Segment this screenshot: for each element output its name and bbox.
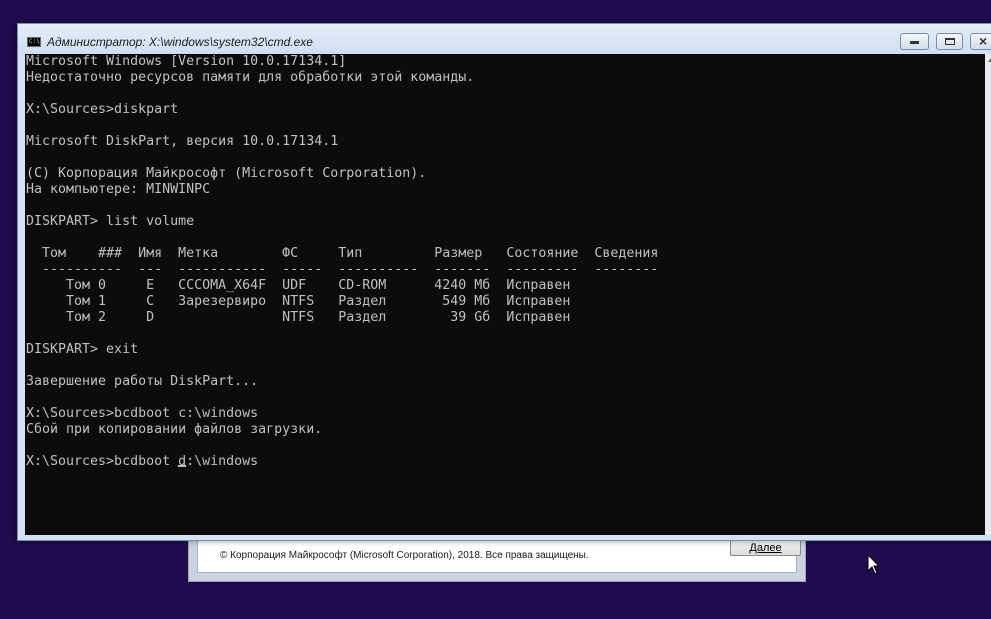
cmd-window: C:\ Администратор: X:\windows\system32\c…	[17, 23, 991, 541]
console-text: Microsoft Windows [Version 10.0.17134.1]…	[25, 54, 985, 470]
window-titlebar[interactable]: C:\ Администратор: X:\windows\system32\c…	[18, 24, 991, 54]
console-line: Том 1 C Зарезервиро NTFS Раздел 549 Мб И…	[66, 294, 571, 309]
prompt-text-before-caret: X:\Sources>bcdboot d	[26, 454, 187, 469]
console-line: Microsoft Windows [Version 10.0.17134.1]	[26, 54, 347, 69]
minimize-icon	[910, 41, 919, 44]
prompt-text-after-caret: :\windows	[186, 454, 259, 469]
close-icon: ×	[979, 33, 988, 49]
close-button[interactable]: ×	[970, 33, 991, 50]
window-title: Администратор: X:\windows\system32\cmd.e…	[47, 35, 313, 49]
console-lines: Microsoft Windows [Version 10.0.17134.1]…	[26, 54, 658, 437]
console-line: DISKPART> exit	[26, 342, 139, 357]
mouse-pointer-icon	[867, 554, 881, 575]
console-line: Том ### Имя Метка ФС Тип Размер Состояни…	[42, 246, 659, 261]
console-line: DISKPART> list volume	[26, 214, 195, 229]
vertical-scrollbar[interactable]	[985, 54, 991, 535]
console-line: Недостаточно ресурсов памяти для обработ…	[26, 70, 475, 85]
console-line: На компьютере: MINWINPC	[26, 182, 211, 197]
minimize-button[interactable]	[900, 33, 929, 50]
console-line: X:\Sources>diskpart	[26, 102, 179, 117]
next-button[interactable]: Далее	[730, 540, 801, 556]
setup-copyright-text: © Корпорация Майкрософт (Microsoft Corpo…	[220, 550, 589, 561]
console-line: Том 0 E CCCOMA_X64F UDF CD-ROM 4240 Мб И…	[66, 278, 571, 293]
console-line: ---------- --- ----------- ----- -------…	[42, 262, 659, 277]
text-caret	[178, 465, 187, 467]
console-line: (C) Корпорация Майкрософт (Microsoft Cor…	[26, 166, 427, 181]
console-prompt-line[interactable]: X:\Sources>bcdboot d:\windows	[26, 454, 258, 469]
console-line: Сбой при копировании файлов загрузки.	[26, 422, 323, 437]
maximize-button[interactable]	[936, 33, 963, 50]
console-line: Microsoft DiskPart, версия 10.0.17134.1	[26, 134, 339, 149]
console-output[interactable]: Microsoft Windows [Version 10.0.17134.1]…	[25, 54, 985, 535]
console-line: X:\Sources>bcdboot c:\windows	[26, 406, 259, 421]
cmd-icon[interactable]: C:\	[27, 37, 41, 47]
console-line: Том 2 D NTFS Раздел 39 Gб Исправен	[66, 310, 571, 325]
console-line: Завершение работы DiskPart...	[26, 374, 259, 389]
maximize-icon	[945, 38, 955, 45]
